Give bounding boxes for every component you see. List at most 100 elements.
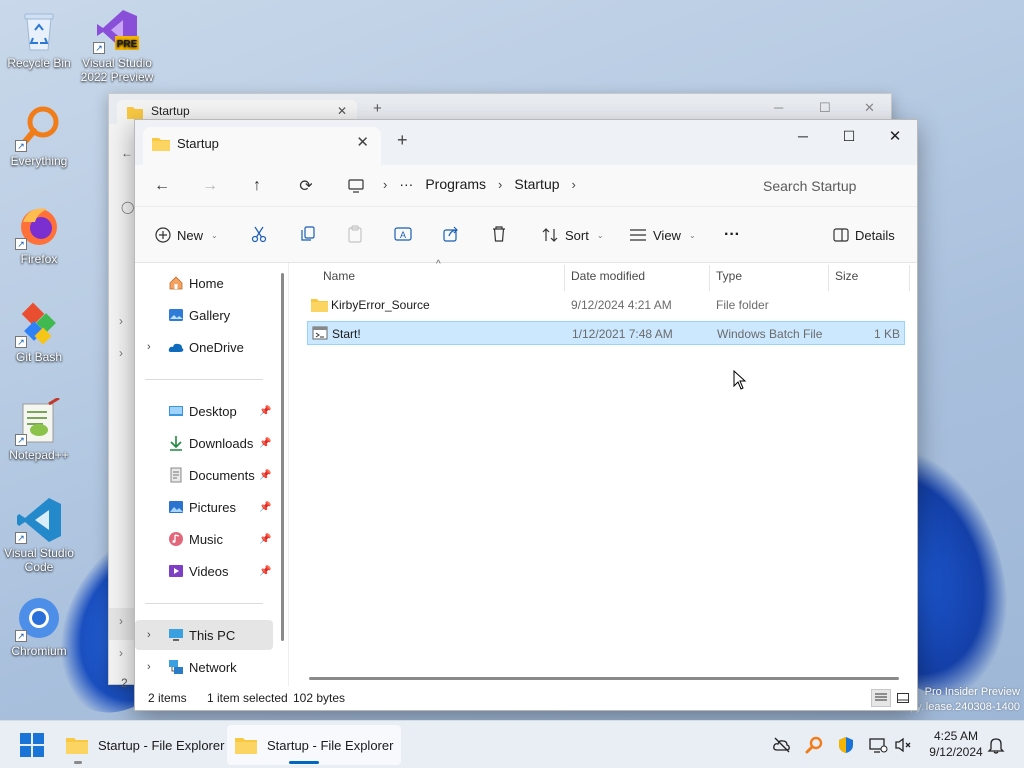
more-options-button[interactable]: ··· <box>724 221 740 249</box>
nav-item-label: Home <box>189 275 224 291</box>
pin-icon[interactable]: 📌 <box>259 502 271 513</box>
breadcrumb-overflow-button[interactable]: ··· <box>399 176 413 192</box>
bg-tab-title: Startup <box>151 104 190 118</box>
file-row-start-batch[interactable]: Start! 1/12/2021 7:48 AM Windows Batch F… <box>307 321 905 345</box>
close-button[interactable]: ✕ <box>872 120 918 152</box>
nav-item-videos[interactable]: Videos 📌 <box>135 556 273 586</box>
status-selection: 1 item selected <box>207 691 288 705</box>
pin-icon[interactable]: 📌 <box>259 470 271 481</box>
mouse-cursor-icon <box>733 370 747 390</box>
nav-item-pictures[interactable]: Pictures 📌 <box>135 492 273 522</box>
tiles-view-button[interactable] <box>893 689 913 707</box>
desktop-icon-firefox[interactable]: ↗ Firefox <box>1 202 77 266</box>
column-header-name[interactable]: Name <box>323 263 355 291</box>
system-clock[interactable]: 4:25 AM 9/12/2024 <box>916 728 996 760</box>
bg-maximize-button[interactable]: ☐ <box>819 100 831 116</box>
windows-logo-icon <box>20 733 44 757</box>
delete-button[interactable] <box>490 225 510 245</box>
desktop-icon-visual-studio-preview[interactable]: PRE ↗ Visual Studio 2022 Preview <box>79 6 155 84</box>
taskbar-item-file-explorer[interactable]: Startup - File Explorer <box>58 725 232 765</box>
nav-item-label: Music <box>189 531 223 547</box>
back-button[interactable]: ← <box>147 173 177 199</box>
column-header-type[interactable]: Type <box>716 263 742 291</box>
command-bar: New ⌄ A Sort ⌄ View ⌄ ··· Details <box>135 207 917 263</box>
nav-item-onedrive[interactable]: › OneDrive <box>135 332 273 362</box>
pin-icon[interactable]: 📌 <box>259 566 271 577</box>
search-input[interactable]: Search Startup <box>747 171 915 201</box>
maximize-button[interactable]: ☐ <box>826 120 872 152</box>
desktop-icon-everything[interactable]: ↗ Everything <box>1 104 77 168</box>
nav-item-desktop[interactable]: Desktop 📌 <box>135 396 273 426</box>
column-header-date-modified[interactable]: Date modified <box>571 263 645 291</box>
pin-icon[interactable]: 📌 <box>259 534 271 545</box>
chevron-right-icon[interactable]: › <box>147 341 151 353</box>
tab-close-button[interactable]: ✕ <box>356 133 369 151</box>
notification-bell-icon[interactable] <box>987 735 1007 755</box>
breadcrumb-programs[interactable]: Programs <box>425 176 486 192</box>
pictures-icon <box>169 501 183 513</box>
up-button[interactable]: ↑ <box>242 173 272 199</box>
start-button[interactable] <box>20 733 44 757</box>
column-header-size[interactable]: Size <box>835 263 858 291</box>
nav-item-gallery[interactable]: Gallery <box>135 300 273 330</box>
bg-minimize-button[interactable]: ─ <box>774 100 783 115</box>
pin-icon[interactable]: 📌 <box>259 406 271 417</box>
everything-tray-icon[interactable] <box>804 735 824 755</box>
volume-muted-icon[interactable] <box>893 735 913 755</box>
desktop-icon-chromium[interactable]: ↗ Chromium <box>1 594 77 658</box>
forward-button[interactable]: → <box>195 173 225 199</box>
nav-pane-scrollbar[interactable] <box>281 273 284 641</box>
cloud-offline-icon[interactable] <box>772 735 792 755</box>
file-date-modified: 9/12/2024 4:21 AM <box>571 298 672 312</box>
this-pc-breadcrumb-button[interactable] <box>341 173 371 199</box>
desktop-icon-recycle-bin[interactable]: Recycle Bin <box>1 6 77 70</box>
tab-startup[interactable]: Startup ✕ <box>143 127 381 165</box>
rename-button[interactable]: A <box>394 225 414 245</box>
nav-item-this-pc[interactable]: › This PC <box>135 620 273 650</box>
new-button[interactable]: New ⌄ <box>155 221 218 249</box>
pin-icon[interactable]: 📌 <box>259 438 271 449</box>
nav-item-home[interactable]: Home <box>135 268 273 298</box>
desktop-icon-label: Visual Studio <box>82 56 152 70</box>
breadcrumb-startup[interactable]: Startup <box>514 176 559 192</box>
cut-button[interactable] <box>250 225 270 245</box>
file-list-scrollbar[interactable] <box>309 677 899 680</box>
nav-divider <box>145 603 263 604</box>
column-separator[interactable] <box>909 265 910 291</box>
nav-item-documents[interactable]: Documents 📌 <box>135 460 273 490</box>
security-shield-icon[interactable] <box>836 735 856 755</box>
taskbar-item-file-explorer-active[interactable]: Startup - File Explorer <box>227 725 402 765</box>
chevron-right-icon[interactable]: › <box>147 661 151 673</box>
nav-item-downloads[interactable]: Downloads 📌 <box>135 428 273 458</box>
refresh-button[interactable]: ⟳ <box>291 173 321 199</box>
desktop-icon-git-bash[interactable]: ↗ Git Bash <box>1 300 77 364</box>
bg-back-icon: ← <box>121 146 133 160</box>
column-separator[interactable] <box>709 265 710 291</box>
svg-text:PRE: PRE <box>117 39 138 50</box>
paste-button[interactable] <box>346 225 366 245</box>
desktop-icon-notepad-plus-plus[interactable]: ↗ Notepad++ <box>1 396 77 462</box>
sort-button[interactable]: Sort ⌄ <box>541 221 604 249</box>
new-tab-button[interactable]: + <box>397 130 408 151</box>
file-row-kirbyerror-source[interactable]: KirbyError_Source 9/12/2024 4:21 AM File… <box>307 293 905 317</box>
view-button[interactable]: View ⌄ <box>629 221 696 249</box>
bg-tab-close-button[interactable]: ✕ <box>337 104 347 118</box>
status-selection-size: 102 bytes <box>293 691 346 705</box>
minimize-button[interactable]: ─ <box>780 120 826 152</box>
details-pane-button[interactable]: Details <box>833 221 895 249</box>
chevron-right-icon[interactable]: › <box>147 629 151 641</box>
desktop-icon-vscode[interactable]: ↗ Visual Studio Code <box>1 496 77 574</box>
bg-close-button[interactable]: ✕ <box>864 100 875 116</box>
bg-new-tab-button[interactable]: + <box>373 100 382 117</box>
file-explorer-window[interactable]: Startup ✕ + ─ ☐ ✕ ← → ↑ ⟳ › ··· Programs… <box>134 119 918 711</box>
nav-item-music[interactable]: Music 📌 <box>135 524 273 554</box>
file-size: 1 KB <box>873 327 900 341</box>
copy-button[interactable] <box>299 225 319 245</box>
network-status-icon[interactable] <box>868 735 888 755</box>
column-separator[interactable] <box>564 265 565 291</box>
file-explorer-icon <box>235 738 257 754</box>
column-separator[interactable] <box>828 265 829 291</box>
details-view-button[interactable] <box>871 689 891 707</box>
nav-item-network[interactable]: › Network <box>135 652 273 682</box>
share-button[interactable] <box>442 225 462 245</box>
